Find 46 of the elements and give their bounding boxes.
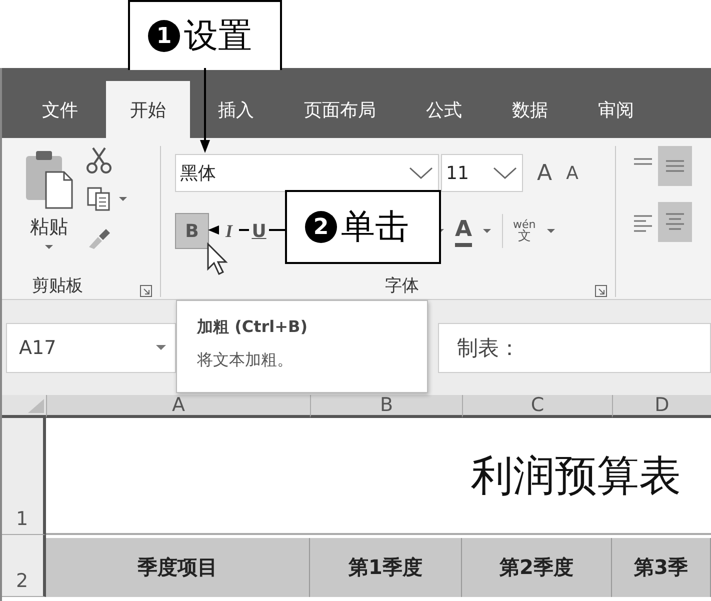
step-number: 2 [305, 211, 337, 243]
table-header-cell: 第3季 [612, 538, 711, 597]
column-header[interactable]: A [46, 395, 310, 418]
ribbon-tab[interactable]: 审阅 [576, 81, 656, 138]
paste-button[interactable]: 粘贴 [30, 214, 68, 240]
column-header[interactable]: B [310, 395, 462, 418]
align-middle-icon[interactable] [658, 146, 692, 186]
sheet-title: 利润预算表 [46, 418, 711, 535]
chevron-down-icon [492, 166, 518, 180]
table-header-cell: 第1季度 [310, 538, 462, 597]
callout-text: 设置 [184, 17, 252, 57]
ribbon-tab[interactable]: 插入 [196, 81, 276, 138]
grow-font-button[interactable]: A [537, 160, 552, 186]
align-center-icon[interactable] [658, 202, 692, 242]
row-header[interactable]: 2 [2, 535, 46, 597]
launcher-icon[interactable] [140, 285, 152, 297]
font-name-field[interactable]: 黑体 [175, 154, 439, 192]
font-size-field[interactable]: 11 [441, 154, 523, 192]
ribbon-tab[interactable]: 文件 [20, 81, 100, 138]
ribbon-tab[interactable]: 页面布局 [282, 81, 398, 138]
font-color-button[interactable]: A [455, 215, 472, 247]
launcher-icon[interactable] [595, 285, 607, 297]
scissors-icon[interactable] [86, 146, 112, 174]
group-label: 剪贴板 [32, 275, 83, 297]
pointer-icon [206, 242, 228, 276]
table-header-cell: 季度项目 [46, 538, 310, 597]
group-label: 字体 [385, 275, 419, 297]
row-header[interactable]: 1 [2, 418, 46, 535]
formula-field[interactable]: 制表： [438, 322, 711, 372]
ribbon-tab[interactable]: 公式 [404, 81, 484, 138]
ribbon-tab[interactable]: 开始 [106, 81, 190, 138]
chevron-down-icon [408, 166, 434, 180]
ribbon-tab[interactable]: 数据 [490, 81, 570, 138]
tooltip-title: 加粗 (Ctrl+B) [197, 317, 309, 338]
step-number: 1 [148, 20, 180, 52]
clipboard-icon [24, 148, 74, 210]
column-header[interactable]: C [462, 395, 612, 418]
tooltip-text: 将文本加粗。 [197, 350, 294, 371]
callout-text: 单击 [341, 208, 409, 248]
phonetic-button[interactable]: wén 文 [513, 219, 536, 243]
shrink-font-button[interactable]: A [566, 162, 578, 184]
copy-icon[interactable] [86, 186, 112, 212]
name-box[interactable]: A17 [6, 322, 176, 372]
bold-button[interactable]: B [175, 213, 209, 249]
table-header-cell: 第2季度 [462, 538, 612, 597]
column-header[interactable]: D [612, 395, 711, 418]
